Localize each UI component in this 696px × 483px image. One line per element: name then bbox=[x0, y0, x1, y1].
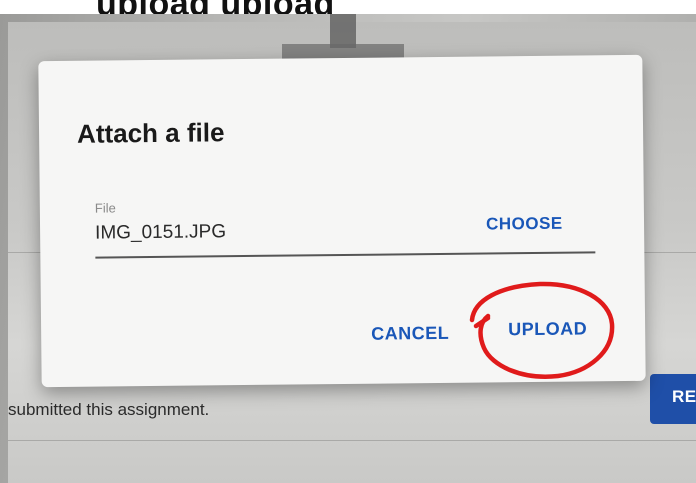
photo-caption-strip: upload upload bbox=[0, 0, 696, 23]
cancel-button[interactable]: CANCEL bbox=[371, 323, 449, 345]
file-field-underline bbox=[95, 251, 596, 259]
reflection-shape bbox=[330, 14, 356, 48]
page-divider bbox=[8, 440, 696, 441]
attach-file-dialog: Attach a file File IMG_0151.JPG CHOOSE C… bbox=[38, 54, 646, 388]
dialog-title: Attach a file bbox=[76, 117, 225, 149]
file-field-value[interactable]: IMG_0151.JPG bbox=[95, 221, 226, 244]
file-field-label: File bbox=[94, 200, 116, 216]
background-action-button[interactable]: RE bbox=[650, 374, 696, 424]
submission-status-text: submitted this assignment. bbox=[8, 400, 210, 419]
choose-file-button[interactable]: CHOOSE bbox=[486, 214, 563, 235]
upload-button[interactable]: UPLOAD bbox=[508, 318, 587, 340]
